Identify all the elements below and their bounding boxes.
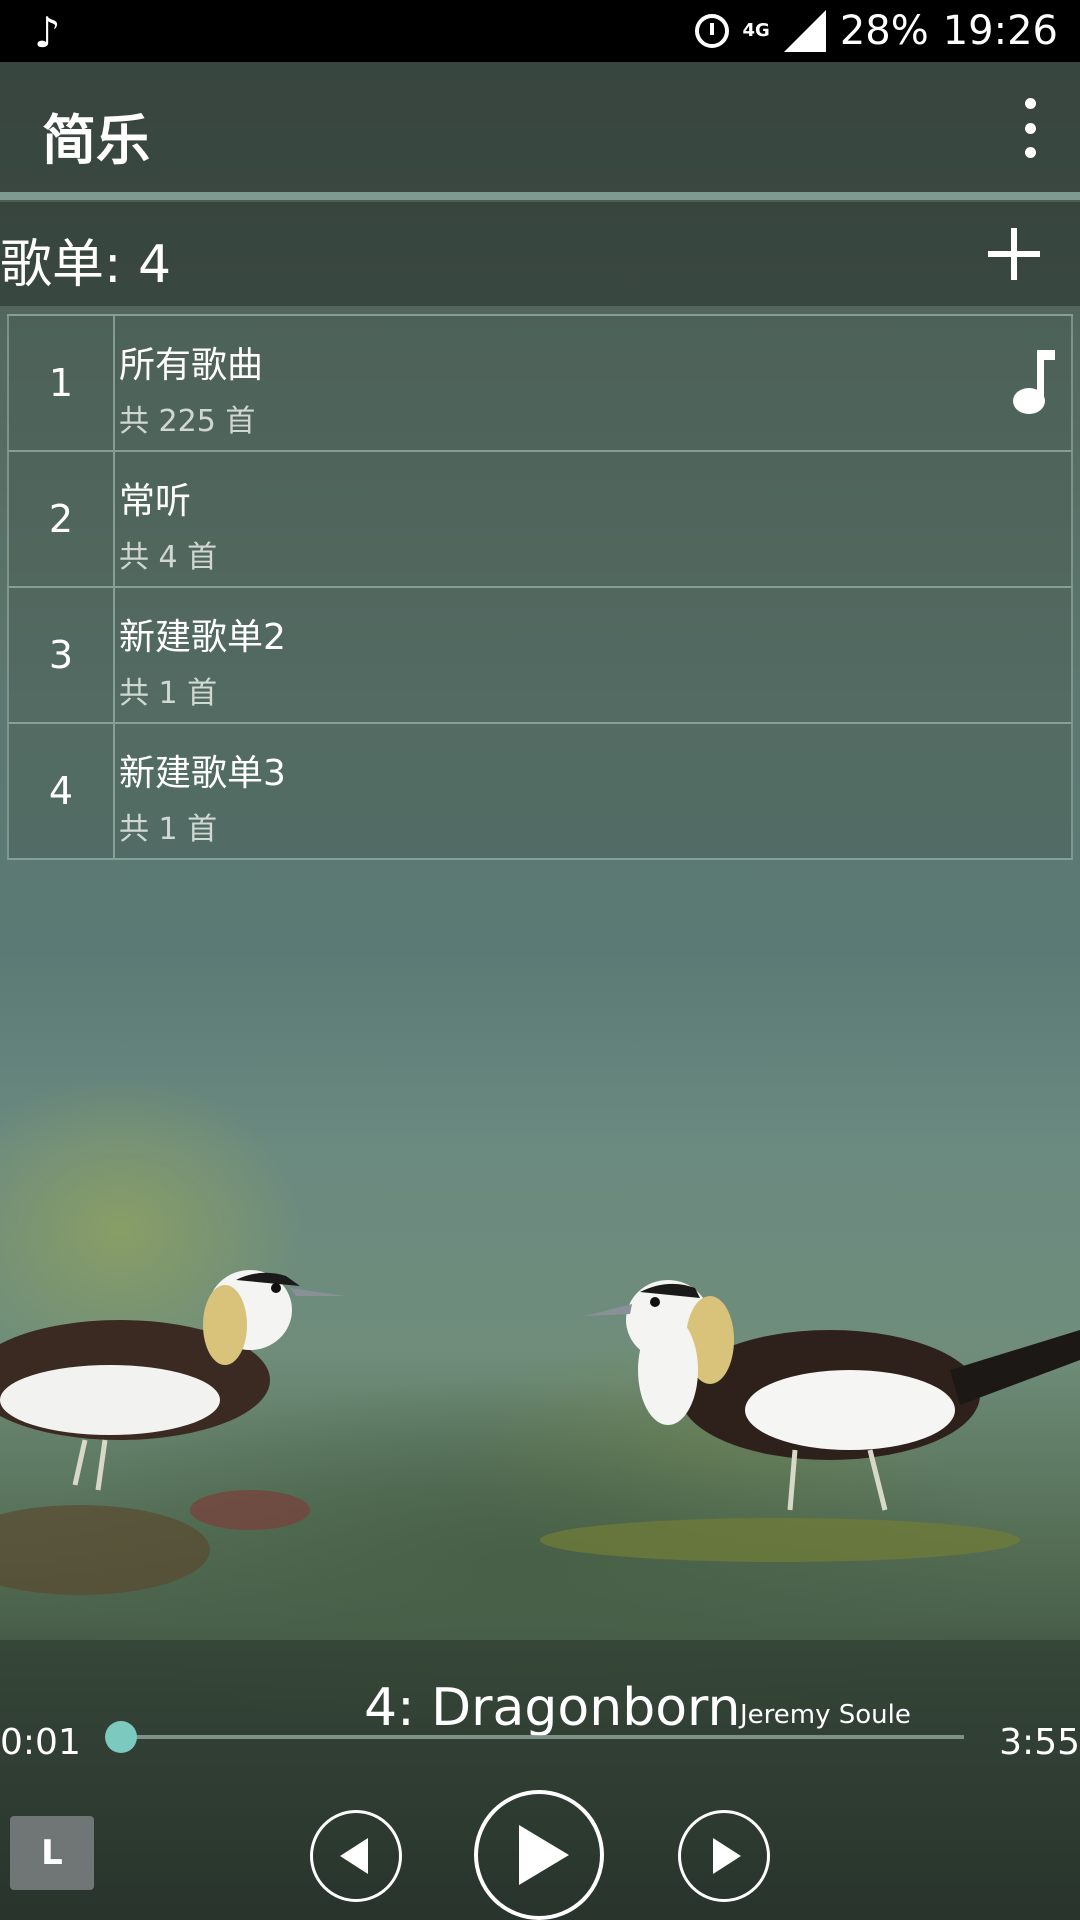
background-birds-image [0,1270,1080,1595]
playlist-item[interactable]: 3 新建歌单2 共 1 首 [7,588,1073,724]
previous-button[interactable] [310,1810,402,1902]
add-playlist-button[interactable] [988,228,1040,280]
next-button[interactable] [678,1810,770,1902]
playlist-song-count: 共 4 首 [119,540,218,575]
loop-mode-button[interactable]: L [10,1816,94,1890]
playlists-header: 歌单: 4 [0,202,1080,306]
playlist-index: 3 [9,588,115,722]
next-icon [713,1838,741,1874]
total-time: 3:55 [999,1722,1080,1763]
player-bar: 4: Dragonborn Jeremy Soule 0:01 3:55 L [0,1640,1080,1920]
playlist-index: 2 [9,452,115,586]
playlist-index: 1 [9,316,115,450]
alarm-icon [694,14,729,48]
playlist-song-count: 共 1 首 [119,812,218,847]
playlist-name: 所有歌曲 [119,345,264,386]
play-icon [519,1825,569,1885]
previous-icon [340,1838,368,1874]
network-type: 4G [742,20,770,41]
playlist-item[interactable]: 2 常听 共 4 首 [7,452,1073,588]
playlist-count-label: 歌单: 4 [0,235,172,295]
song-artist: Jeremy Soule [740,1700,911,1730]
app-bar: 简乐 [0,62,1080,192]
playlist-name: 新建歌单3 [119,753,286,794]
playlist-item[interactable]: 4 新建歌单3 共 1 首 [7,724,1073,860]
status-bar: ♪ 4G 28% 19:26 [0,0,1080,62]
playlist-name: 常听 [119,481,192,522]
progress-thumb[interactable] [105,1721,138,1753]
music-note-icon: ♪ [34,8,61,57]
playlist-index: 4 [9,724,115,858]
playlist-list: 1 所有歌曲 共 225 首 2 常听 共 4 首 3 新建歌单2 共 1 首 … [7,314,1073,860]
now-playing-music-icon [1013,350,1055,414]
more-vertical-icon[interactable] [1010,98,1050,158]
clock: 19:26 [942,8,1058,54]
progress-track[interactable] [118,1735,964,1739]
battery-level: 28% [839,8,929,54]
divider [0,192,1080,200]
playlist-name: 新建歌单2 [119,617,286,658]
app-title: 简乐 [42,109,150,172]
signal-icon [783,10,826,52]
playlist-song-count: 共 225 首 [119,404,256,439]
playlist-song-count: 共 1 首 [119,676,218,711]
current-time: 0:01 [0,1722,81,1763]
play-button[interactable] [474,1790,604,1920]
song-title: 4: Dragonborn [364,1678,741,1738]
playlist-item[interactable]: 1 所有歌曲 共 225 首 [7,316,1073,452]
